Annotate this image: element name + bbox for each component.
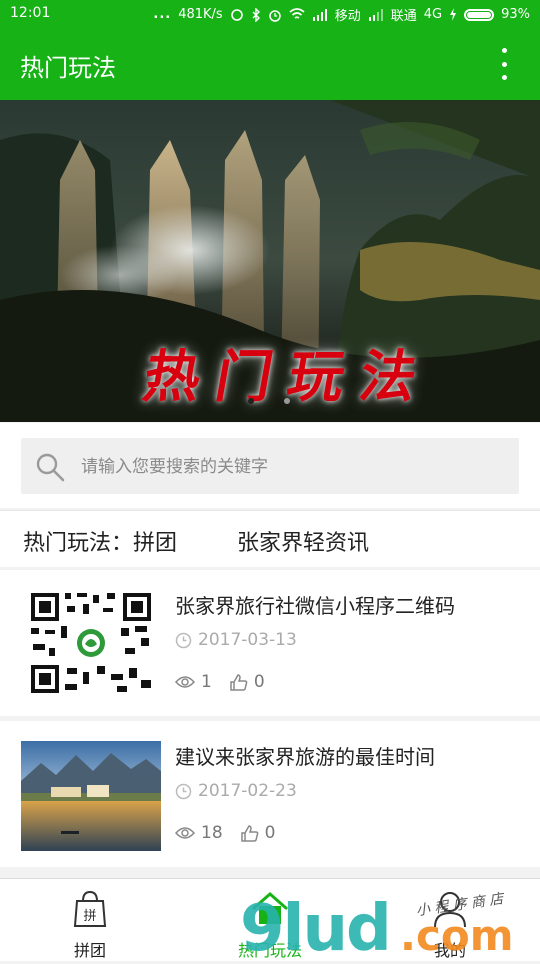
- banner-carousel[interactable]: 热门玩法: [0, 100, 540, 422]
- network-type: 4G: [423, 7, 443, 22]
- battery-icon: [464, 8, 495, 21]
- svg-text:拼: 拼: [83, 909, 96, 924]
- list-item[interactable]: 建议来张家界旅游的最佳时间 2017-02-23 18 0: [0, 721, 540, 867]
- page-title: 热门玩法: [20, 54, 116, 82]
- article-stats: 18 0: [175, 823, 293, 843]
- search-box[interactable]: [21, 438, 519, 494]
- tab-group-buy[interactable]: 拼 拼团: [30, 885, 150, 960]
- sync-icon: [230, 8, 243, 21]
- pager-dot[interactable]: [284, 398, 290, 404]
- like-count-value: 0: [264, 823, 276, 843]
- pager-dot-active[interactable]: [248, 398, 254, 404]
- carrier-1: 移动: [334, 9, 361, 24]
- status-time: 12:01: [10, 5, 51, 21]
- article-date-text: 2017-02-23: [198, 781, 297, 801]
- category-bar: 热门玩法：拼团 张家界轻资讯: [0, 510, 540, 567]
- status-indicators: ... 481K/s 移动 联通 4G 93%: [153, 5, 530, 24]
- tab-hot-play[interactable]: 热门玩法: [210, 885, 330, 960]
- clock-icon: [175, 783, 192, 799]
- lake-photo: [21, 741, 161, 851]
- article-title: 建议来张家界旅游的最佳时间: [175, 745, 435, 769]
- network-speed: 481K/s: [178, 7, 223, 22]
- person-icon: [434, 892, 466, 928]
- search-icon: [36, 453, 65, 482]
- bluetooth-icon: [252, 7, 260, 22]
- bottom-tab-bar: 拼 拼团 热门玩法 我的: [0, 878, 540, 961]
- app-bar: 热门玩法: [0, 28, 540, 100]
- category-news[interactable]: 张家界轻资讯: [237, 525, 369, 557]
- like-count[interactable]: 0: [240, 823, 276, 843]
- thumbs-up-icon[interactable]: [230, 673, 248, 691]
- article-date-text: 2017-03-13: [198, 630, 297, 650]
- charging-icon: [450, 8, 457, 21]
- signal-icon: [312, 8, 327, 21]
- carrier-2: 联通: [390, 9, 417, 24]
- eye-icon: [175, 676, 195, 688]
- clock-icon: [175, 632, 192, 648]
- home-icon: [252, 892, 288, 924]
- qr-code-image: [21, 588, 161, 698]
- view-count: 18: [175, 823, 223, 843]
- status-bar: 12:01 ... 481K/s 移动 联通 4G 93%: [0, 0, 540, 28]
- bag-icon: 拼: [73, 890, 107, 927]
- eye-icon: [175, 827, 195, 839]
- thumbs-up-icon[interactable]: [240, 824, 259, 842]
- alarm-icon: [268, 9, 281, 22]
- view-count: 1: [175, 672, 212, 692]
- battery-level: 93%: [501, 7, 530, 22]
- status-dots: ...: [153, 7, 172, 22]
- tab-label: 我的: [433, 941, 466, 960]
- search-input[interactable]: [79, 446, 503, 488]
- like-count[interactable]: 0: [230, 672, 265, 692]
- search-section: [0, 423, 540, 508]
- tab-label: 拼团: [73, 941, 106, 960]
- list-item[interactable]: 张家界旅行社微信小程序二维码 2017-03-13 1 0: [0, 570, 540, 716]
- tab-me[interactable]: 我的: [390, 885, 510, 960]
- carousel-pager[interactable]: [248, 398, 290, 404]
- tab-label: 热门玩法: [237, 941, 302, 960]
- view-count-value: 18: [201, 823, 223, 843]
- wifi-icon: [289, 8, 305, 19]
- article-title: 张家界旅行社微信小程序二维码: [175, 594, 455, 618]
- signal-icon: [368, 8, 383, 21]
- more-vertical-icon[interactable]: [486, 46, 522, 82]
- view-count-value: 1: [201, 672, 212, 692]
- article-date: 2017-03-13: [175, 630, 297, 650]
- article-date: 2017-02-23: [175, 781, 297, 801]
- category-hot-group[interactable]: 热门玩法：拼团: [23, 525, 177, 557]
- article-stats: 1 0: [175, 672, 283, 692]
- like-count-value: 0: [253, 672, 265, 692]
